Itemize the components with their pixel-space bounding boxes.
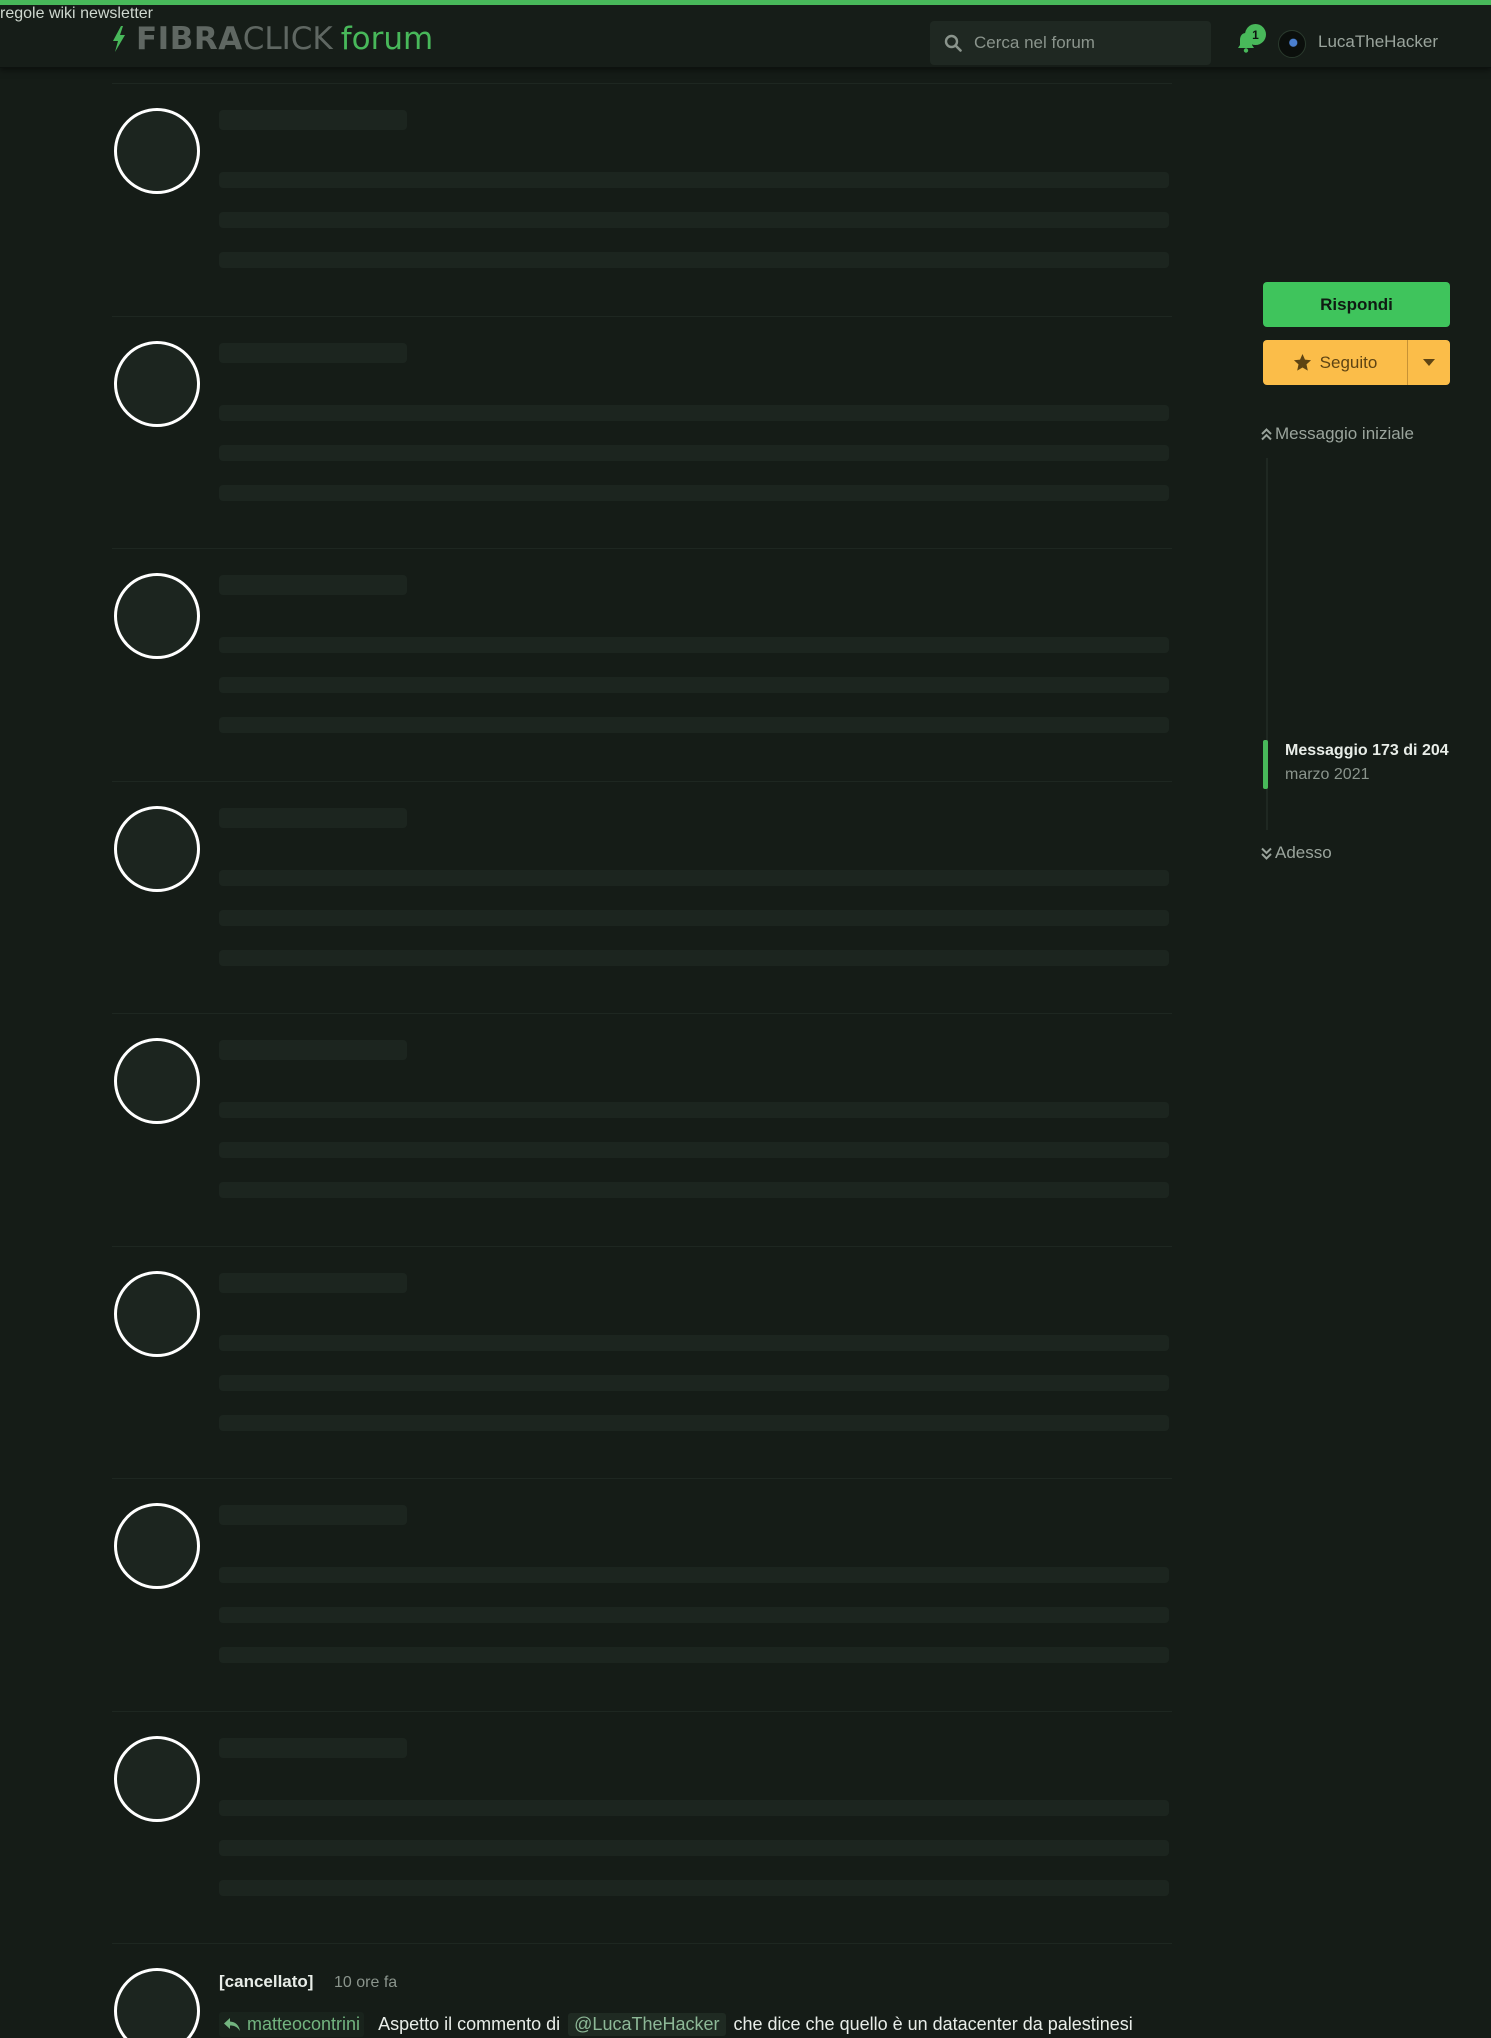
text-placeholder — [219, 677, 1169, 693]
avatar-placeholder — [114, 1271, 200, 1357]
text-placeholder — [219, 212, 1169, 228]
text-placeholder — [219, 870, 1169, 886]
scrubber-handle[interactable] — [1263, 740, 1268, 789]
avatar[interactable] — [114, 1968, 200, 2038]
post: [cancellato] 10 ore fa matteocontrini As… — [112, 1943, 1172, 2038]
username[interactable]: LucaTheHacker — [1318, 32, 1438, 52]
double-chevron-down-icon — [1261, 847, 1272, 860]
reply-to-link[interactable]: matteocontrini — [219, 2012, 365, 2037]
name-placeholder — [219, 808, 407, 828]
follow-control: Seguito — [1263, 340, 1450, 385]
caret-down-icon — [1423, 359, 1435, 366]
post-placeholder — [112, 548, 1172, 780]
reply-button[interactable]: Rispondi — [1263, 282, 1450, 327]
post-placeholder — [112, 1478, 1172, 1710]
text-placeholder — [219, 1182, 1169, 1198]
text-placeholder — [219, 910, 1169, 926]
text-placeholder — [219, 1335, 1169, 1351]
avatar-placeholder — [114, 1038, 200, 1124]
bolt-icon — [113, 26, 125, 52]
post-text-end: che dice che quello è un datacenter da p… — [733, 2014, 1133, 2034]
text-placeholder — [219, 1607, 1169, 1623]
nav-link-wiki[interactable]: wiki — [49, 5, 76, 22]
reply-to-user: matteocontrini — [247, 2014, 361, 2034]
name-placeholder — [219, 1040, 407, 1060]
text-placeholder — [219, 1142, 1169, 1158]
text-placeholder — [219, 252, 1169, 268]
follow-button[interactable]: Seguito — [1263, 340, 1407, 385]
star-icon — [1293, 353, 1311, 371]
search-box[interactable] — [930, 21, 1211, 65]
avatar-placeholder — [114, 341, 200, 427]
avatar-placeholder — [114, 108, 200, 194]
name-placeholder — [219, 110, 407, 130]
post-placeholder — [112, 1711, 1172, 1943]
name-placeholder — [219, 1738, 407, 1758]
post-time[interactable]: 10 ore fa — [334, 1974, 397, 1992]
scrubber-last-link[interactable]: Adesso — [1261, 843, 1332, 863]
notification-badge: 1 — [1245, 24, 1266, 45]
follow-dropdown-button[interactable] — [1407, 340, 1450, 385]
text-placeholder — [219, 1840, 1169, 1856]
logo-forum: forum — [340, 21, 434, 57]
text-placeholder — [219, 1880, 1169, 1896]
scrubber-last-label: Adesso — [1275, 843, 1332, 862]
text-placeholder — [219, 172, 1169, 188]
scrubber-date: marzo 2021 — [1285, 766, 1370, 783]
scrubber-first-label: Messaggio iniziale — [1275, 424, 1414, 443]
logo-click: CLICK — [242, 21, 333, 57]
text-placeholder — [219, 1415, 1169, 1431]
post-text-start: Aspetto il commento di — [378, 2014, 561, 2034]
reply-icon — [224, 2018, 240, 2031]
text-placeholder — [219, 485, 1169, 501]
post-placeholder — [112, 316, 1172, 548]
post-placeholder — [112, 781, 1172, 1013]
text-placeholder — [219, 637, 1169, 653]
header: FIBRA CLICK forum regole wiki newsletter… — [0, 0, 1491, 68]
text-placeholder — [219, 717, 1169, 733]
text-placeholder — [219, 1567, 1169, 1583]
search-input[interactable] — [974, 33, 1194, 53]
site-logo[interactable]: FIBRA CLICK forum — [112, 19, 433, 59]
name-placeholder — [219, 343, 407, 363]
user-mention[interactable]: @LucaTheHacker — [568, 2013, 726, 2036]
text-placeholder — [219, 1375, 1169, 1391]
text-placeholder — [219, 445, 1169, 461]
avatar-placeholder — [114, 1736, 200, 1822]
scrubber-first-link[interactable]: Messaggio iniziale — [1261, 424, 1414, 444]
user-avatar[interactable] — [1278, 30, 1306, 58]
post-author[interactable]: [cancellato] — [219, 1972, 313, 1992]
avatar-placeholder — [114, 806, 200, 892]
search-icon — [944, 34, 962, 52]
avatar-placeholder — [114, 1503, 200, 1589]
follow-label: Seguito — [1319, 352, 1378, 372]
text-placeholder — [219, 1800, 1169, 1816]
text-placeholder — [219, 950, 1169, 966]
post-placeholder — [112, 1013, 1172, 1245]
post-body: matteocontrini Aspetto il commento di @L… — [219, 2012, 1133, 2037]
name-placeholder — [219, 1505, 407, 1525]
nav-link-regole[interactable]: regole — [0, 5, 44, 22]
name-placeholder — [219, 1273, 407, 1293]
text-placeholder — [219, 1102, 1169, 1118]
avatar-placeholder — [114, 573, 200, 659]
scrubber-position: Messaggio 173 di 204 — [1285, 742, 1449, 759]
double-chevron-up-icon — [1261, 427, 1272, 440]
name-placeholder — [219, 575, 407, 595]
logo-fibra: FIBRA — [136, 21, 243, 57]
text-placeholder — [219, 1647, 1169, 1663]
text-placeholder — [219, 405, 1169, 421]
post-placeholder — [112, 83, 1172, 315]
post-placeholder — [112, 1246, 1172, 1478]
